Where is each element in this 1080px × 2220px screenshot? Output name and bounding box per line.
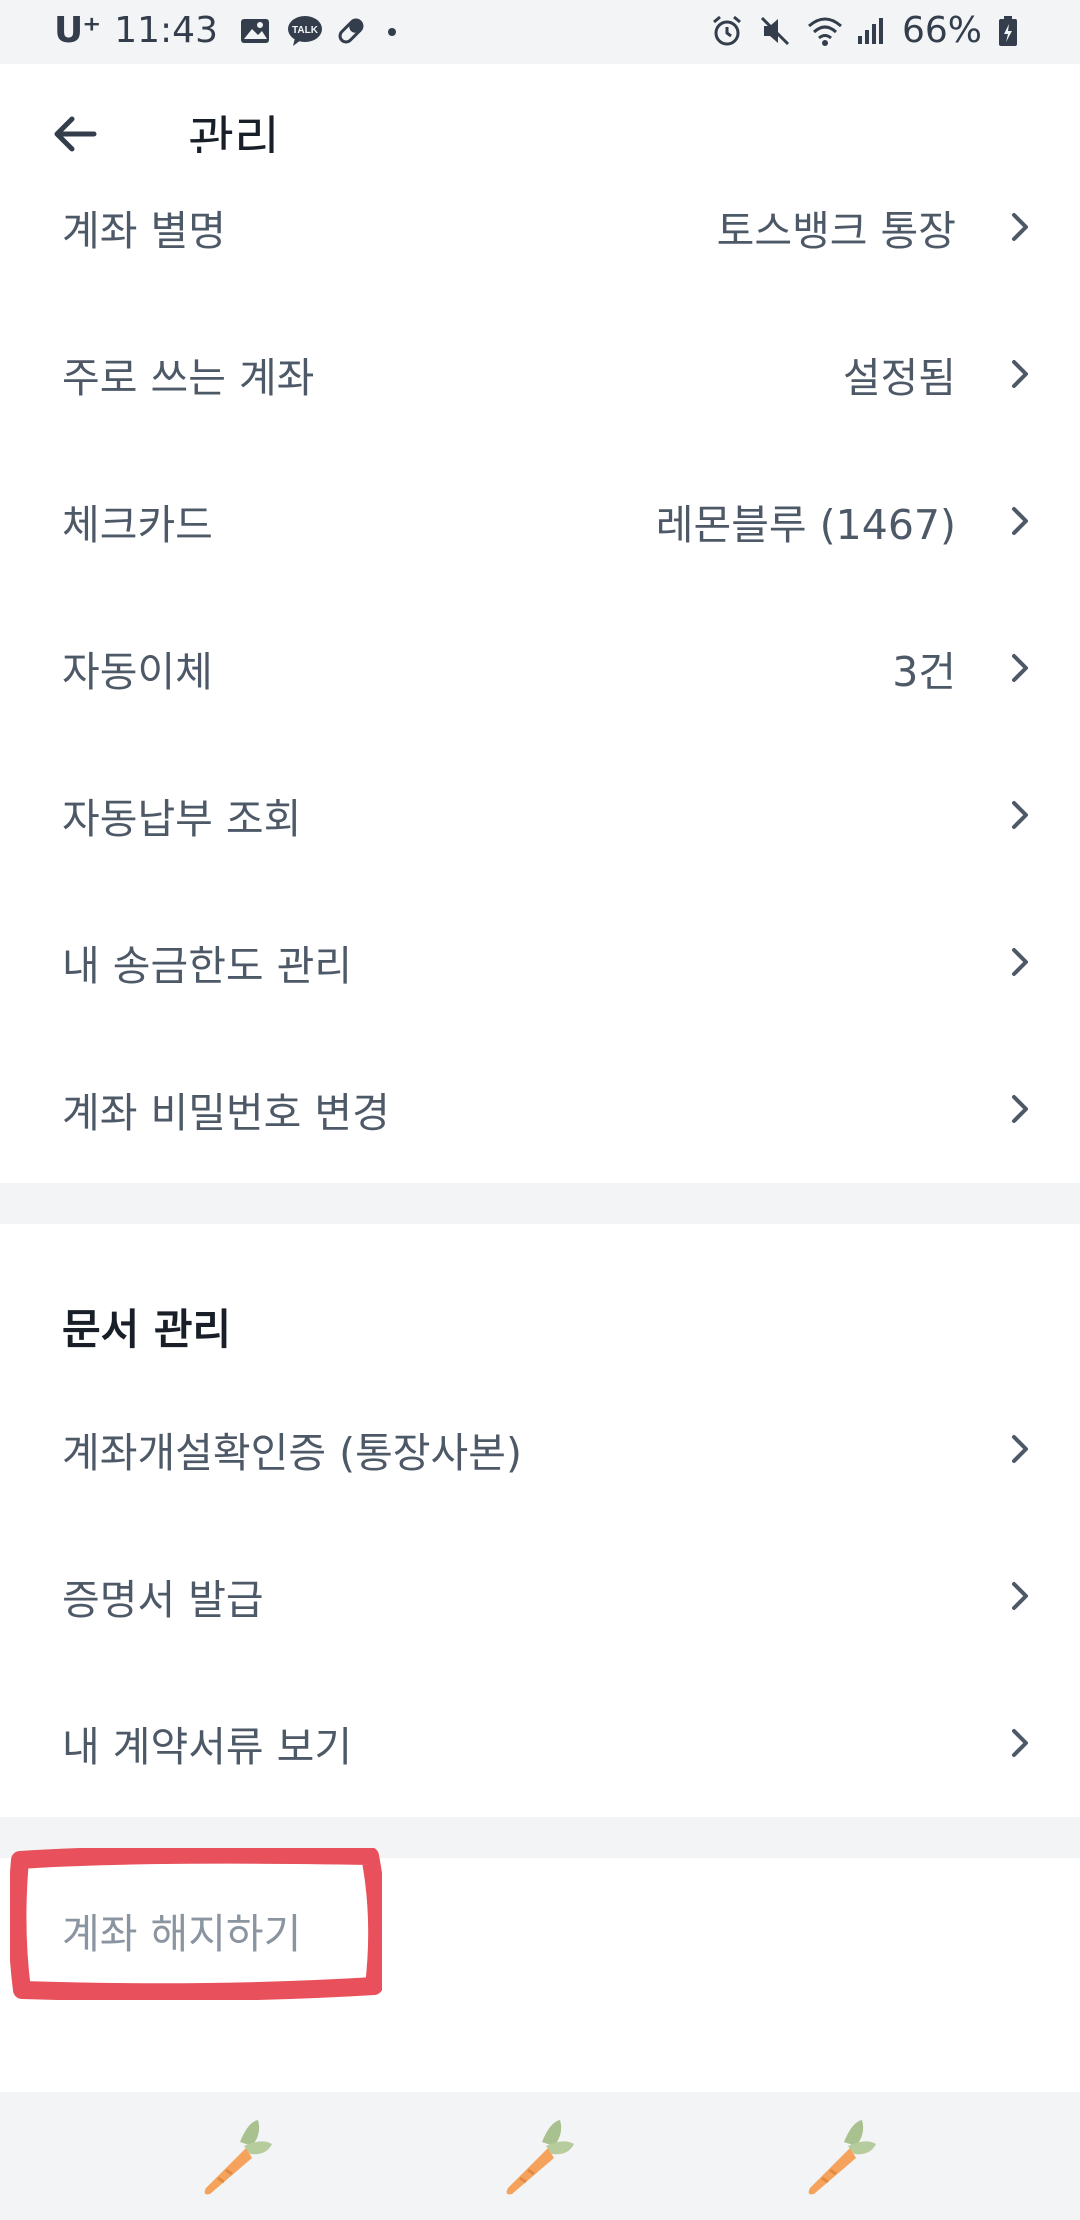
chevron-right-icon — [1012, 1728, 1028, 1757]
bottom-bar — [0, 2092, 1080, 2220]
row-label: 계좌 별명 — [62, 206, 226, 255]
row-label: 자동납부 조회 — [62, 794, 302, 843]
chevron-right-icon — [1012, 653, 1028, 682]
battery-icon — [996, 14, 1030, 48]
carrot-icon[interactable] — [800, 2112, 880, 2202]
row-value: 설정됨 — [842, 353, 956, 402]
row-auto-payment[interactable]: 자동납부 조회 — [0, 741, 1080, 888]
row-account-certificate[interactable]: 계좌개설확인증 (통장사본) — [0, 1375, 1080, 1522]
chevron-right-icon — [1012, 1434, 1028, 1463]
row-value: 토스뱅크 통장 — [716, 206, 956, 255]
chevron-right-icon — [1012, 800, 1028, 829]
row-account-nickname[interactable]: 계좌 별명 토스뱅크 통장 — [0, 153, 1080, 300]
chevron-right-icon — [1012, 1094, 1028, 1123]
section-divider — [0, 1183, 1080, 1224]
gallery-icon — [238, 14, 272, 48]
carrier-label: U⁺ — [54, 10, 101, 51]
carrot-icon[interactable] — [498, 2112, 578, 2202]
row-value: 레몬블루 (1467) — [655, 500, 956, 549]
chevron-right-icon — [1012, 506, 1028, 535]
row-label: 체크카드 — [62, 500, 213, 549]
row-view-contracts[interactable]: 내 계약서류 보기 — [0, 1669, 1080, 1816]
carrot-icon[interactable] — [196, 2112, 276, 2202]
chevron-right-icon — [1012, 212, 1028, 241]
status-bar: U⁺ 11:43 TALK 66% — [0, 0, 1080, 64]
highlight-annotation — [10, 1848, 382, 2000]
chevron-right-icon — [1012, 1581, 1028, 1610]
row-change-password[interactable]: 계좌 비밀번호 변경 — [0, 1035, 1080, 1182]
chevron-right-icon — [1012, 947, 1028, 976]
row-value: 3건 — [892, 647, 956, 696]
row-label: 계좌개설확인증 (통장사본) — [62, 1428, 522, 1477]
status-time: 11:43 — [114, 10, 218, 51]
row-label: 내 계약서류 보기 — [62, 1722, 353, 1771]
section-title-documents: 문서 관리 — [62, 1305, 232, 1354]
row-label: 계좌 비밀번호 변경 — [62, 1088, 390, 1137]
row-main-account[interactable]: 주로 쓰는 계좌 설정됨 — [0, 300, 1080, 447]
row-label: 자동이체 — [62, 647, 213, 696]
row-label: 내 송금한도 관리 — [62, 941, 353, 990]
row-transfer-limit[interactable]: 내 송금한도 관리 — [0, 888, 1080, 1035]
row-label: 주로 쓰는 계좌 — [62, 353, 315, 402]
talk-icon: TALK — [286, 14, 322, 48]
wifi-icon — [806, 14, 842, 48]
alarm-icon — [710, 14, 744, 48]
chevron-right-icon — [1012, 359, 1028, 388]
talk-badge-text: TALK — [292, 25, 319, 36]
mute-icon — [758, 14, 792, 48]
signal-icon — [854, 14, 888, 48]
row-issue-certificate[interactable]: 증명서 발급 — [0, 1522, 1080, 1669]
battery-percent: 66% — [901, 10, 982, 51]
row-check-card[interactable]: 체크카드 레몬블루 (1467) — [0, 447, 1080, 594]
pill-icon — [334, 14, 368, 48]
dot-icon — [382, 14, 416, 48]
row-auto-transfer[interactable]: 자동이체 3건 — [0, 594, 1080, 741]
row-label: 증명서 발급 — [62, 1575, 264, 1624]
